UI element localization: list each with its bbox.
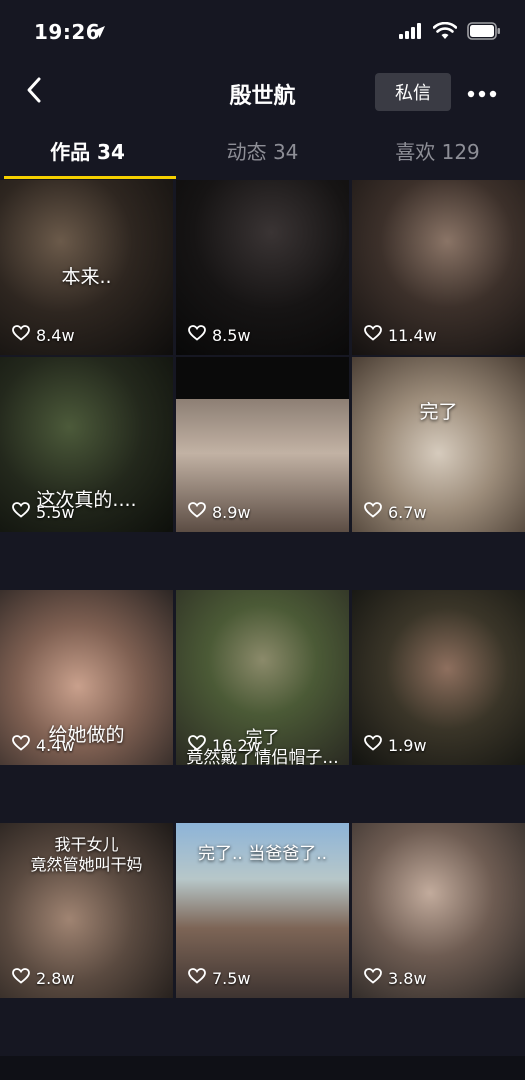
status-bar: 19:26 xyxy=(0,0,525,64)
like-count-value: 16.2w xyxy=(212,735,261,755)
like-count: 11.4w xyxy=(364,325,437,345)
like-count-value: 1.9w xyxy=(388,735,427,755)
cellular-signal-icon xyxy=(399,23,423,43)
more-dots-icon xyxy=(467,83,497,102)
like-count-value: 11.4w xyxy=(388,325,437,345)
video-caption: 我干女儿 竟然管她叫干妈 xyxy=(30,835,143,874)
video-tile[interactable]: 完了 6.7w xyxy=(352,357,525,532)
like-count-value: 8.9w xyxy=(212,502,251,522)
nav-bar: 殷世航 私信 xyxy=(0,64,525,122)
location-arrow-icon xyxy=(92,24,106,43)
heart-icon xyxy=(12,325,30,345)
like-count: 5.5w xyxy=(12,502,75,522)
tab-moments[interactable]: 动态 34 xyxy=(175,136,350,165)
like-count: 8.4w xyxy=(12,325,75,345)
video-tile[interactable]: 完了.. 当爸爸了.. 7.5w xyxy=(176,823,349,998)
wifi-icon xyxy=(432,21,458,44)
more-options-button[interactable] xyxy=(462,73,502,111)
like-count: 8.5w xyxy=(188,325,251,345)
video-tile[interactable]: 11.4w xyxy=(352,180,525,355)
like-count: 7.5w xyxy=(188,968,251,988)
like-count-value: 5.5w xyxy=(36,502,75,522)
video-tile[interactable]: 3.8w xyxy=(352,823,525,998)
battery-icon xyxy=(467,22,501,44)
like-count-value: 3.8w xyxy=(388,968,427,988)
video-caption: 完了 xyxy=(419,401,458,423)
video-caption: 完了.. 当爸爸了.. xyxy=(197,844,328,864)
video-tile[interactable]: 本来.. 8.4w xyxy=(0,180,173,355)
profile-tabs: 作品 34 动态 34 喜欢 129 xyxy=(0,124,525,180)
active-tab-indicator xyxy=(4,176,176,179)
video-tile[interactable]: 1.9w xyxy=(352,590,525,765)
like-count: 8.9w xyxy=(188,502,251,522)
status-time: 19:26 xyxy=(34,20,101,44)
video-tile[interactable]: 给她做的 4.4w xyxy=(0,590,173,765)
next-row-preview xyxy=(0,1056,525,1080)
tab-likes[interactable]: 喜欢 129 xyxy=(350,136,525,165)
heart-icon xyxy=(364,325,382,345)
like-count: 3.8w xyxy=(364,968,427,988)
like-count: 2.8w xyxy=(12,968,75,988)
video-tile[interactable]: 8.5w xyxy=(176,180,349,355)
like-count: 16.2w xyxy=(188,735,261,755)
heart-icon xyxy=(364,735,382,755)
tab-works[interactable]: 作品 34 xyxy=(0,136,175,165)
heart-icon xyxy=(188,502,206,522)
like-count-value: 8.5w xyxy=(212,325,251,345)
like-count-value: 7.5w xyxy=(212,968,251,988)
video-tile[interactable]: 8.9w xyxy=(176,357,349,532)
like-count-value: 4.4w xyxy=(36,735,75,755)
heart-icon xyxy=(188,735,206,755)
heart-icon xyxy=(364,502,382,522)
like-count: 4.4w xyxy=(12,735,75,755)
video-tile[interactable]: 完了 竟然戴了情侣帽子... 16.2w xyxy=(176,590,349,765)
heart-icon xyxy=(12,502,30,522)
video-tile[interactable]: 这次真的.... 5.5w xyxy=(0,357,173,532)
like-count: 6.7w xyxy=(364,502,427,522)
heart-icon xyxy=(12,968,30,988)
heart-icon xyxy=(364,968,382,988)
like-count-value: 2.8w xyxy=(36,968,75,988)
like-count: 1.9w xyxy=(364,735,427,755)
private-message-button[interactable]: 私信 xyxy=(375,73,451,111)
like-count-value: 6.7w xyxy=(388,502,427,522)
video-tile[interactable]: 我干女儿 竟然管她叫干妈 2.8w xyxy=(0,823,173,998)
chevron-left-icon xyxy=(24,76,44,108)
heart-icon xyxy=(188,325,206,345)
back-button[interactable] xyxy=(14,72,54,112)
like-count-value: 8.4w xyxy=(36,325,75,345)
heart-icon xyxy=(12,735,30,755)
heart-icon xyxy=(188,968,206,988)
video-caption: 本来.. xyxy=(61,266,112,288)
